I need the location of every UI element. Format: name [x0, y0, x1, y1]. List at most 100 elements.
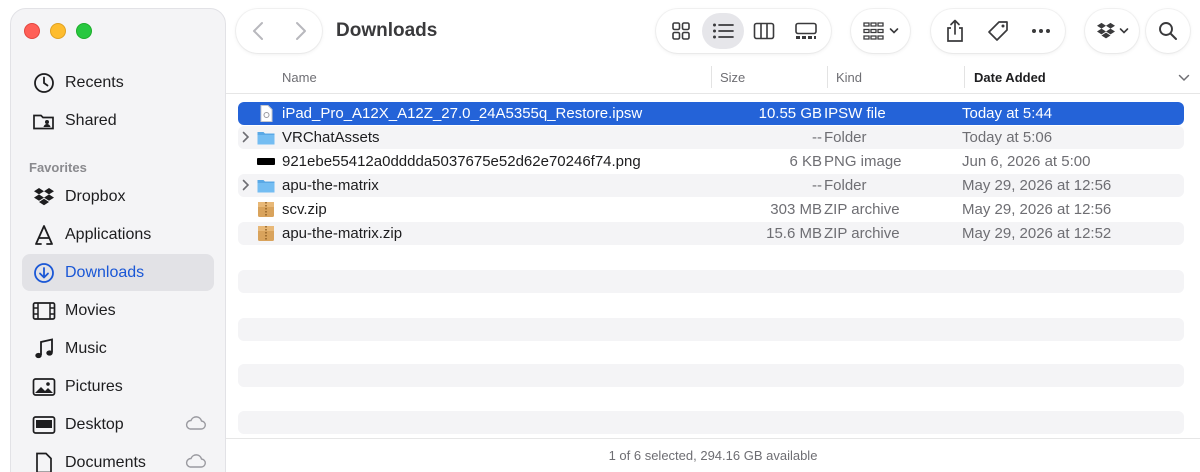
dropbox-menu-control[interactable] — [1085, 13, 1139, 49]
sidebar-item-label: Desktop — [65, 415, 124, 433]
sidebar-item-pictures[interactable]: Pictures — [22, 368, 214, 405]
more-actions-button[interactable] — [1019, 13, 1062, 49]
dropbox-icon — [32, 185, 56, 209]
view-mode-group — [656, 9, 831, 53]
column-divider[interactable] — [711, 66, 712, 88]
dropbox-icon — [1096, 22, 1115, 39]
dropbox-menu-button[interactable] — [1085, 9, 1139, 53]
file-name: apu-the-matrix.zip — [282, 225, 403, 242]
table-row[interactable]: apu-the-matrix.zip 15.6 MB ZIP archive M… — [238, 222, 1184, 245]
chevron-down-icon — [889, 28, 898, 34]
search-control[interactable] — [1146, 13, 1190, 49]
sidebar-item-applications[interactable]: Applications — [22, 216, 214, 253]
sidebar-item-desktop[interactable]: Desktop — [22, 406, 214, 443]
empty-row — [238, 318, 1184, 341]
empty-row — [238, 270, 1184, 293]
ellipsis-icon — [1031, 29, 1050, 33]
file-kind: IPSW file — [824, 105, 886, 122]
png-image-icon — [257, 158, 275, 165]
photo-icon — [32, 375, 56, 399]
file-kind: Folder — [824, 129, 867, 146]
file-size: 6 KB — [789, 153, 822, 170]
file-size: -- — [812, 177, 822, 194]
chevron-down-icon — [1119, 28, 1128, 34]
icloud-icon — [184, 453, 206, 472]
list-view-button[interactable] — [701, 13, 744, 49]
column-header-size[interactable]: Size — [720, 70, 745, 85]
column-header-name[interactable]: Name — [282, 70, 317, 85]
column-headers: Name Size Kind Date Added — [226, 62, 1200, 94]
toolbar: Downloads — [226, 0, 1200, 64]
table-row[interactable]: apu-the-matrix -- Folder May 29, 2026 at… — [238, 174, 1184, 197]
file-kind: PNG image — [824, 153, 902, 170]
actions-group — [931, 9, 1065, 53]
sidebar: Recents Shared Favorites Dropbox Applica… — [10, 8, 226, 472]
column-header-date-added[interactable]: Date Added — [974, 70, 1046, 85]
file-kind: ZIP archive — [824, 201, 900, 218]
sidebar-item-recents[interactable]: Recents — [22, 64, 214, 101]
status-bar: 1 of 6 selected, 294.16 GB available — [226, 438, 1200, 472]
shared-folder-icon — [32, 109, 56, 133]
empty-row — [238, 364, 1184, 387]
finder-window: Recents Shared Favorites Dropbox Applica… — [0, 0, 1200, 472]
gallery-icon — [795, 22, 817, 39]
film-icon — [32, 299, 56, 323]
folder-icon — [257, 132, 275, 145]
forward-button[interactable] — [279, 13, 322, 49]
chevron-right-icon — [295, 22, 306, 40]
file-date-added: Today at 5:44 — [962, 105, 1053, 122]
column-divider[interactable] — [827, 66, 828, 88]
disclosure-triangle-icon[interactable] — [242, 179, 250, 191]
group-by-button[interactable] — [851, 9, 910, 53]
search-button[interactable] — [1146, 9, 1190, 53]
disclosure-triangle-icon[interactable] — [242, 131, 250, 143]
share-icon — [946, 19, 963, 42]
icon-view-button[interactable] — [660, 13, 702, 49]
status-text: 1 of 6 selected, 294.16 GB available — [608, 448, 818, 463]
sidebar-item-downloads[interactable]: Downloads — [22, 254, 214, 291]
window-controls — [24, 23, 92, 39]
sidebar-item-label: Music — [65, 339, 107, 357]
file-kind: Folder — [824, 177, 867, 194]
ipsw-file-icon — [260, 105, 273, 122]
desktop-icon — [32, 413, 56, 437]
list-icon — [712, 23, 734, 39]
grid-icon — [672, 22, 690, 40]
file-date-added: May 29, 2026 at 12:52 — [962, 225, 1112, 242]
columns-icon — [754, 22, 775, 40]
table-row[interactable]: VRChatAssets -- Folder Today at 5:06 — [238, 126, 1184, 149]
file-name: scv.zip — [282, 201, 327, 218]
sidebar-item-label: Applications — [65, 225, 152, 243]
column-header-kind[interactable]: Kind — [836, 70, 862, 85]
back-button[interactable] — [236, 13, 279, 49]
sidebar-item-dropbox[interactable]: Dropbox — [22, 178, 214, 215]
group-by-control[interactable] — [851, 13, 910, 49]
table-row[interactable]: iPad_Pro_A12X_A12Z_27.0_24A5355q_Restore… — [238, 102, 1184, 125]
close-window-button[interactable] — [24, 23, 40, 39]
window-title: Downloads — [336, 20, 438, 41]
chevron-left-icon — [252, 22, 263, 40]
empty-row — [238, 411, 1184, 434]
gallery-view-button[interactable] — [785, 13, 827, 49]
table-row[interactable]: 921ebe55412a0dddda5037675e52d62e70246f74… — [238, 150, 1184, 173]
file-size: 10.55 GB — [758, 105, 822, 122]
clock-icon — [32, 71, 56, 95]
share-button[interactable] — [933, 13, 976, 49]
minimize-window-button[interactable] — [50, 23, 66, 39]
sidebar-item-movies[interactable]: Movies — [22, 292, 214, 329]
file-date-added: Today at 5:06 — [962, 129, 1053, 146]
tags-button[interactable] — [976, 13, 1019, 49]
sidebar-item-label: Shared — [65, 111, 117, 129]
file-size: -- — [812, 129, 822, 146]
column-divider[interactable] — [964, 66, 965, 88]
zip-archive-icon — [258, 202, 274, 217]
sort-chevron-down-icon — [1178, 74, 1190, 82]
sidebar-item-shared[interactable]: Shared — [22, 102, 214, 139]
sidebar-item-documents[interactable]: Documents — [22, 444, 214, 472]
search-icon — [1159, 22, 1177, 40]
zoom-window-button[interactable] — [76, 23, 92, 39]
table-row[interactable]: scv.zip 303 MB ZIP archive May 29, 2026 … — [238, 198, 1184, 221]
column-view-button[interactable] — [744, 13, 786, 49]
sidebar-item-label: Downloads — [65, 263, 145, 281]
sidebar-item-music[interactable]: Music — [22, 330, 214, 367]
